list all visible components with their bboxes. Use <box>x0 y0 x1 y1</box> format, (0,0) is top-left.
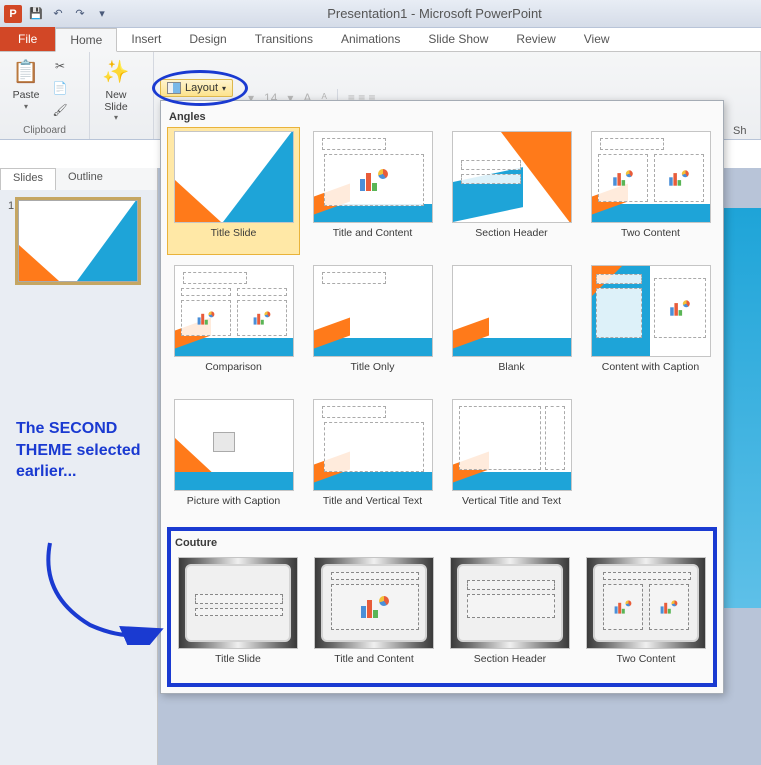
ribbon-tabs: File Home Insert Design Transitions Anim… <box>0 28 761 52</box>
annotation-arrow <box>30 535 170 645</box>
layout-title-and-vertical-text[interactable]: Title and Vertical Text <box>306 395 439 523</box>
group-slides: ✨ New Slide ▾ <box>90 52 154 139</box>
tab-home[interactable]: Home <box>55 28 117 52</box>
cut-icon[interactable]: ✂ <box>50 56 70 76</box>
new-slide-label: New Slide <box>104 90 127 113</box>
shapes-label: Sh <box>733 125 754 137</box>
section-couture-title: Couture <box>173 533 711 553</box>
undo-icon[interactable]: ↶ <box>48 4 68 24</box>
group-clipboard-title: Clipboard <box>6 124 83 137</box>
copy-icon[interactable]: 📄 <box>50 78 70 98</box>
qat-more-icon[interactable]: ▾ <box>92 4 112 24</box>
layout-picture-with-caption[interactable]: Picture with Caption <box>167 395 300 523</box>
annotation-text: The SECOND THEME selected earlier... <box>16 418 146 483</box>
pane-tab-slides[interactable]: Slides <box>0 168 56 190</box>
paste-label: Paste <box>13 90 40 102</box>
chevron-down-icon: ▾ <box>222 84 226 93</box>
layout-title-only[interactable]: Title Only <box>306 261 439 389</box>
paste-button[interactable]: 📋 Paste ▾ <box>6 54 46 113</box>
new-slide-button[interactable]: ✨ New Slide ▾ <box>96 54 136 124</box>
layout-button-label: Layout <box>185 82 218 94</box>
tab-view[interactable]: View <box>570 27 624 51</box>
format-painter-icon[interactable]: 🖌 <box>50 100 70 120</box>
layout-section-header[interactable]: Section Header <box>445 127 578 255</box>
layout-comparison[interactable]: Comparison <box>167 261 300 389</box>
layout-title-slide[interactable]: Title Slide <box>167 127 300 255</box>
new-slide-icon: ✨ <box>100 56 132 88</box>
slide-thumbnail[interactable]: 1 <box>8 200 149 282</box>
quick-access-toolbar: 💾 ↶ ↷ ▾ <box>26 4 112 24</box>
paste-icon: 📋 <box>10 56 42 88</box>
layout-couture-section-header[interactable]: Section Header <box>445 553 575 681</box>
tab-insert[interactable]: Insert <box>117 27 175 51</box>
layout-button[interactable]: Layout ▾ <box>160 79 233 97</box>
tab-design[interactable]: Design <box>175 27 240 51</box>
layout-couture-title-and-content[interactable]: Title and Content <box>309 553 439 681</box>
tab-transitions[interactable]: Transitions <box>241 27 327 51</box>
couture-section-highlight: Couture Title Slide Title and Content Se… <box>167 527 717 687</box>
layout-title-and-content[interactable]: Title and Content <box>306 127 439 255</box>
save-icon[interactable]: 💾 <box>26 4 46 24</box>
layout-dropdown: Angles Title Slide Title and Content Sec… <box>160 100 724 694</box>
layout-two-content[interactable]: Two Content <box>584 127 717 255</box>
group-clipboard: 📋 Paste ▾ ✂ 📄 🖌 Clipboard <box>0 52 90 139</box>
tab-animations[interactable]: Animations <box>327 27 414 51</box>
layout-vertical-title-and-text[interactable]: Vertical Title and Text <box>445 395 578 523</box>
section-angles-title: Angles <box>167 107 717 127</box>
redo-icon[interactable]: ↷ <box>70 4 90 24</box>
layout-couture-two-content[interactable]: Two Content <box>581 553 711 681</box>
mini-slide-preview <box>18 200 138 282</box>
slide-number: 1 <box>8 200 14 282</box>
layout-blank[interactable]: Blank <box>445 261 578 389</box>
powerpoint-icon: P <box>4 5 22 23</box>
tab-slideshow[interactable]: Slide Show <box>414 27 502 51</box>
pane-tab-outline[interactable]: Outline <box>56 168 115 190</box>
layout-icon <box>167 82 181 94</box>
title-bar: P 💾 ↶ ↷ ▾ Presentation1 - Microsoft Powe… <box>0 0 761 28</box>
layout-content-with-caption[interactable]: Content with Caption <box>584 261 717 389</box>
pane-tabs: Slides Outline <box>0 168 157 190</box>
layout-couture-title-slide[interactable]: Title Slide <box>173 553 303 681</box>
window-title: Presentation1 - Microsoft PowerPoint <box>112 6 757 21</box>
tab-review[interactable]: Review <box>502 27 569 51</box>
tab-file[interactable]: File <box>0 27 55 51</box>
